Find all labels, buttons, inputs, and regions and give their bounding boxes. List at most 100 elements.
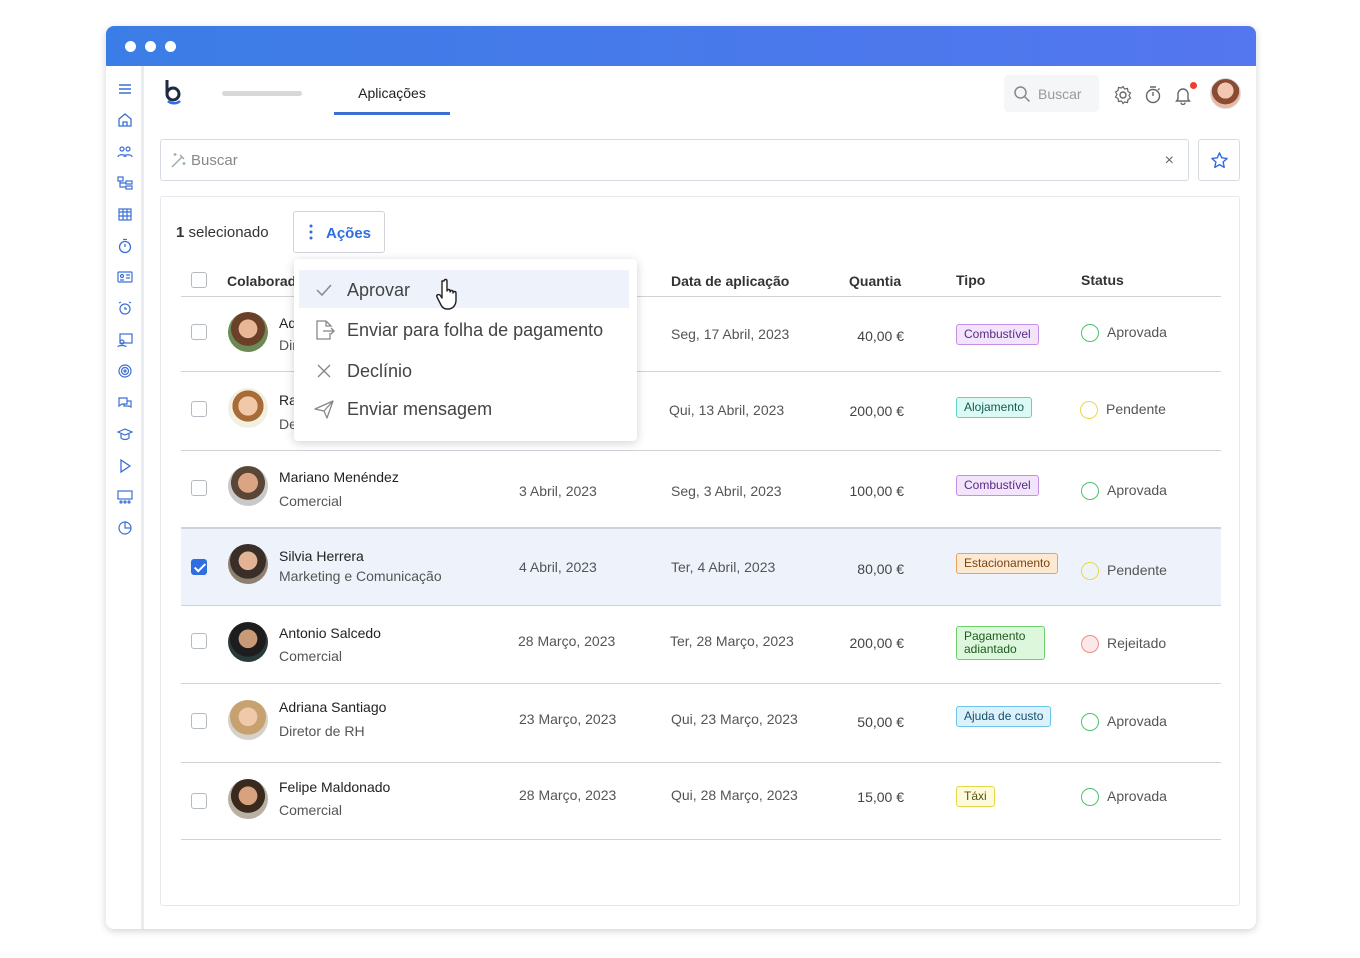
table-row[interactable]: Adriana Santiago Diretor de RH 23 Março,… bbox=[181, 684, 1221, 763]
window-titlebar bbox=[106, 26, 1256, 66]
actions-button[interactable]: Ações bbox=[293, 211, 385, 253]
employee-dept: Comercial bbox=[279, 802, 343, 818]
row-checkbox[interactable] bbox=[191, 793, 207, 809]
people-icon[interactable] bbox=[116, 143, 134, 161]
stopwatch-icon[interactable] bbox=[116, 237, 134, 255]
menu-icon[interactable] bbox=[116, 80, 134, 98]
home-icon[interactable] bbox=[116, 111, 134, 129]
menu-item-label: Enviar para folha de pagamento bbox=[347, 320, 604, 340]
column-header[interactable]: Data de aplicação bbox=[671, 273, 789, 289]
column-header[interactable]: Status bbox=[1081, 272, 1124, 288]
application-date: 28 Março, 2023 bbox=[519, 787, 617, 803]
decline-menu-item[interactable]: Declínio bbox=[299, 351, 629, 389]
amount: 100,00 € bbox=[849, 483, 905, 499]
status-pending-icon bbox=[1081, 562, 1099, 580]
column-header[interactable]: Tipo bbox=[956, 272, 985, 288]
row-checkbox[interactable] bbox=[191, 559, 207, 575]
star-icon bbox=[1211, 152, 1228, 169]
menu-item-label: Aprovar bbox=[347, 280, 411, 300]
pie-chart-icon[interactable] bbox=[116, 519, 134, 537]
app-window: Aplicações Buscar Buscar × 1 selecionado… bbox=[106, 26, 1256, 929]
type-badge: Táxi bbox=[956, 786, 995, 807]
gear-icon[interactable] bbox=[1113, 85, 1133, 105]
applied-date: Ter, 28 Março, 2023 bbox=[670, 633, 794, 649]
type-badge: Combustível bbox=[956, 324, 1039, 345]
employee-name: Silvia Herrera bbox=[279, 548, 364, 564]
column-header[interactable]: Quantia bbox=[849, 273, 901, 289]
approve-menu-item[interactable]: Aprovar bbox=[299, 270, 629, 308]
calendar-icon[interactable] bbox=[116, 205, 134, 223]
top-search-input[interactable]: Buscar bbox=[1004, 75, 1099, 112]
placeholder-tab[interactable] bbox=[222, 91, 302, 96]
avatar bbox=[228, 466, 268, 506]
employee-dept: Comercial bbox=[279, 493, 343, 509]
top-search-placeholder: Buscar bbox=[1038, 86, 1082, 102]
alarm-icon[interactable] bbox=[116, 299, 134, 317]
row-checkbox[interactable] bbox=[191, 401, 207, 417]
employee-dept: Comercial bbox=[279, 648, 343, 664]
favorite-button[interactable] bbox=[1198, 139, 1240, 181]
status-approved-icon bbox=[1081, 324, 1099, 342]
avatar bbox=[228, 388, 268, 428]
avatar bbox=[228, 312, 268, 352]
org-chart-icon[interactable] bbox=[116, 174, 134, 192]
training-icon[interactable] bbox=[116, 331, 134, 349]
row-checkbox[interactable] bbox=[191, 713, 207, 729]
application-date: 4 Abril, 2023 bbox=[519, 559, 597, 575]
status-approved-icon bbox=[1081, 788, 1099, 806]
amount: 200,00 € bbox=[849, 635, 905, 651]
graduation-icon[interactable] bbox=[116, 425, 134, 443]
avatar bbox=[228, 779, 268, 819]
window-dot[interactable] bbox=[145, 41, 156, 52]
application-date: 3 Abril, 2023 bbox=[519, 483, 597, 499]
applied-date: Seg, 3 Abril, 2023 bbox=[671, 483, 782, 499]
hand-cursor-icon bbox=[436, 278, 457, 310]
applied-date: Ter, 4 Abril, 2023 bbox=[671, 559, 776, 575]
menu-item-label: Declínio bbox=[347, 361, 413, 381]
window-dot[interactable] bbox=[165, 41, 176, 52]
application-date: 23 Março, 2023 bbox=[519, 711, 617, 727]
row-checkbox[interactable] bbox=[191, 324, 207, 340]
send-to-payroll-menu-item[interactable]: Enviar para folha de pagamento bbox=[299, 310, 629, 348]
table-row[interactable]: Felipe Maldonado Comercial 28 Março, 202… bbox=[181, 763, 1221, 840]
window-dot[interactable] bbox=[125, 41, 136, 52]
filter-search-input[interactable]: Buscar × bbox=[160, 139, 1189, 181]
avatar bbox=[228, 700, 268, 740]
bell-icon[interactable] bbox=[1173, 85, 1193, 105]
table-row[interactable]: Silvia Herrera Marketing e Comunicação 4… bbox=[181, 528, 1221, 606]
menu-item-label: Enviar mensagem bbox=[347, 399, 493, 419]
type-badge: Alojamento bbox=[956, 397, 1033, 418]
table-row[interactable]: Mariano Menéndez Comercial 3 Abril, 2023… bbox=[181, 451, 1221, 528]
row-checkbox[interactable] bbox=[191, 480, 207, 496]
play-icon[interactable] bbox=[116, 457, 134, 475]
magic-wand-icon bbox=[171, 153, 186, 168]
employee-name: Adriana Santiago bbox=[279, 699, 387, 715]
applied-date: Qui, 13 Abril, 2023 bbox=[669, 402, 785, 418]
status-pending-icon bbox=[1080, 401, 1098, 419]
table-row[interactable]: Antonio Salcedo Comercial 28 Março, 2023… bbox=[181, 606, 1221, 684]
id-card-icon[interactable] bbox=[116, 268, 134, 286]
stopwatch-icon[interactable] bbox=[1143, 85, 1163, 105]
employee-dept: Diretor de RH bbox=[279, 723, 365, 739]
employee-name: Antonio Salcedo bbox=[279, 625, 381, 641]
avatar bbox=[228, 544, 268, 584]
logo-icon[interactable] bbox=[163, 78, 185, 106]
chat-icon[interactable] bbox=[116, 394, 134, 412]
clear-search-icon[interactable]: × bbox=[1165, 152, 1174, 170]
kebab-icon bbox=[309, 224, 313, 240]
select-all-checkbox[interactable] bbox=[191, 272, 207, 288]
target-icon[interactable] bbox=[116, 362, 134, 380]
amount: 200,00 € bbox=[849, 403, 905, 419]
employee-name: Felipe Maldonado bbox=[279, 779, 391, 795]
filter-search-placeholder: Buscar bbox=[191, 152, 238, 169]
user-avatar[interactable] bbox=[1210, 78, 1241, 109]
status-rejected-icon bbox=[1081, 635, 1099, 653]
employee-dept: Marketing e Comunicação bbox=[279, 568, 442, 584]
sidebar bbox=[106, 66, 144, 929]
send-message-menu-item[interactable]: Enviar mensagem bbox=[299, 389, 629, 427]
presentation-icon[interactable] bbox=[116, 488, 134, 506]
type-badge: Estacionamento bbox=[956, 553, 1059, 574]
application-date: 28 Março, 2023 bbox=[518, 633, 616, 649]
tab-applications[interactable]: Aplicações bbox=[334, 80, 450, 115]
row-checkbox[interactable] bbox=[191, 633, 207, 649]
